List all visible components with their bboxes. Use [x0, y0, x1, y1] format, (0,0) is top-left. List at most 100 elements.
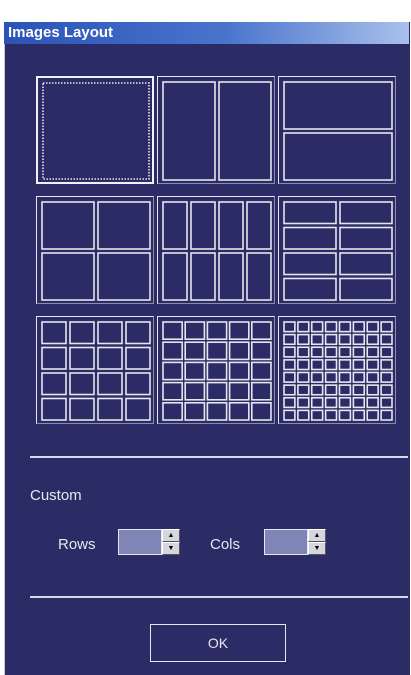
cols-label: Cols	[210, 536, 241, 553]
grid-5x5-icon	[162, 321, 272, 421]
grid-cell	[338, 384, 352, 396]
ok-button[interactable]: OK	[150, 624, 286, 662]
cols-input[interactable]	[264, 529, 308, 555]
grid-cell	[184, 361, 206, 381]
grid-cell	[246, 201, 272, 250]
grid-cell	[338, 359, 352, 371]
grid-cell	[97, 397, 123, 421]
grid-cell	[97, 372, 123, 396]
layout-2x4-button[interactable]	[157, 196, 275, 304]
grid-cell	[125, 397, 151, 421]
rows-input[interactable]	[118, 529, 162, 555]
grid-cell	[41, 252, 95, 301]
grid-cell	[41, 201, 95, 250]
arrow-down-icon: ▼	[167, 545, 175, 552]
grid-cell	[283, 396, 296, 409]
arrow-up-icon: ▲	[313, 532, 321, 539]
grid-cell	[366, 371, 379, 383]
grid-cell	[366, 409, 379, 421]
grid-cell	[380, 409, 393, 421]
grid-cell	[338, 371, 352, 383]
layout-8x8-button[interactable]	[278, 316, 396, 424]
grid-2x1-icon	[283, 81, 393, 181]
grid-cell	[339, 252, 393, 276]
grid-cell	[162, 402, 184, 421]
grid-cell	[218, 252, 244, 301]
grid-cell	[339, 226, 393, 250]
grid-cell	[338, 333, 352, 346]
grid-cell	[366, 346, 379, 358]
grid-cell	[297, 409, 310, 421]
grid-cell	[218, 201, 244, 250]
layout-5x5-button[interactable]	[157, 316, 275, 424]
grid-cell	[380, 346, 393, 358]
rows-up-button[interactable]: ▲	[162, 529, 180, 542]
grid-4x2-icon	[283, 201, 393, 301]
grid-cell	[310, 384, 324, 396]
grid-cell	[352, 396, 366, 409]
layout-2x2-button[interactable]	[36, 196, 154, 304]
layout-4x4-button[interactable]	[36, 316, 154, 424]
grid-cell	[283, 384, 296, 396]
cols-down-button[interactable]: ▼	[308, 542, 326, 555]
grid-cell	[338, 346, 352, 358]
grid-cell	[162, 252, 188, 301]
grid-cell	[228, 321, 250, 341]
grid-cell	[310, 409, 324, 421]
grid-cell	[162, 81, 216, 181]
grid-cell	[297, 359, 310, 371]
grid-cell	[324, 409, 338, 421]
grid-cell	[380, 371, 393, 383]
grid-1x1-icon	[42, 82, 150, 180]
grid-cell	[352, 321, 366, 333]
grid-cell	[184, 381, 206, 401]
separator-top	[30, 456, 408, 458]
grid-cell	[69, 397, 95, 421]
separator-bottom	[30, 596, 408, 598]
grid-cell	[324, 321, 338, 333]
grid-cell	[297, 371, 310, 383]
grid-cell	[206, 381, 228, 401]
grid-cell	[206, 341, 228, 361]
grid-cell	[125, 372, 151, 396]
grid-2x2-icon	[41, 201, 151, 301]
grid-cell	[41, 346, 67, 370]
grid-cell	[162, 201, 188, 250]
grid-cell	[380, 396, 393, 409]
grid-cell	[310, 396, 324, 409]
grid-cell	[310, 346, 324, 358]
grid-cell	[297, 346, 310, 358]
grid-cell	[162, 381, 184, 401]
grid-cell	[228, 341, 250, 361]
layout-4x2-button[interactable]	[278, 196, 396, 304]
cols-up-button[interactable]: ▲	[308, 529, 326, 542]
layout-2x1-button[interactable]	[278, 76, 396, 184]
grid-cell	[352, 409, 366, 421]
grid-cell	[97, 346, 123, 370]
grid-cell	[162, 321, 184, 341]
grid-2x4-icon	[162, 201, 272, 301]
grid-cell	[352, 346, 366, 358]
grid-cell	[251, 321, 272, 341]
grid-cell	[310, 371, 324, 383]
grid-cell	[366, 384, 379, 396]
grid-cell	[228, 402, 250, 421]
grid-cell	[297, 321, 310, 333]
grid-cell	[283, 252, 337, 276]
grid-cell	[310, 321, 324, 333]
grid-cell	[366, 396, 379, 409]
grid-cell	[283, 371, 296, 383]
grid-cell	[380, 359, 393, 371]
grid-cell	[352, 333, 366, 346]
grid-cell	[228, 361, 250, 381]
grid-cell	[228, 381, 250, 401]
grid-cell	[206, 361, 228, 381]
rows-down-button[interactable]: ▼	[162, 542, 180, 555]
grid-8x8-icon	[283, 321, 393, 421]
grid-cell	[283, 409, 296, 421]
grid-cell	[324, 346, 338, 358]
grid-cell	[338, 396, 352, 409]
layout-1x1-button[interactable]	[36, 76, 154, 184]
layout-1x2-button[interactable]	[157, 76, 275, 184]
grid-cell	[283, 346, 296, 358]
